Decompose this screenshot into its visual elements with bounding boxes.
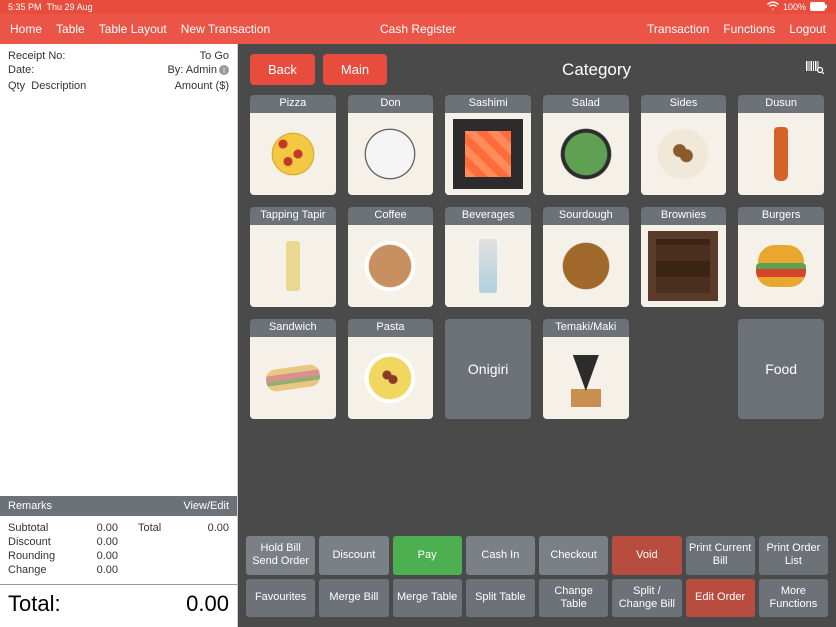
tile-label: Dusun bbox=[738, 95, 824, 113]
by-admin: By: Admini bbox=[167, 64, 229, 76]
action-edit-order[interactable]: Edit Order bbox=[686, 579, 755, 617]
category-pasta[interactable]: Pasta bbox=[348, 319, 434, 419]
category-brownies[interactable]: Brownies bbox=[641, 207, 727, 307]
nav-new-transaction[interactable]: New Transaction bbox=[181, 22, 270, 36]
tile-label: Sashimi bbox=[445, 95, 531, 113]
category-sourdough[interactable]: Sourdough bbox=[543, 207, 629, 307]
category-pizza[interactable]: Pizza bbox=[250, 95, 336, 195]
top-nav: Home Table Table Layout New Transaction Cas… bbox=[0, 14, 836, 44]
category-dusun[interactable]: Dusun bbox=[738, 95, 824, 195]
action-merge-bill[interactable]: Merge Bill bbox=[319, 579, 388, 617]
date-label: Date: bbox=[8, 64, 34, 76]
action-favourites[interactable]: Favourites bbox=[246, 579, 315, 617]
category-food[interactable]: Food bbox=[738, 319, 824, 419]
action-print-current-bill[interactable]: Print Current Bill bbox=[686, 536, 755, 574]
nav-transaction[interactable]: Transaction bbox=[647, 22, 709, 36]
battery-icon bbox=[810, 2, 828, 13]
receipt-status: To Go bbox=[200, 50, 229, 62]
category-burgers[interactable]: Burgers bbox=[738, 207, 824, 307]
category-coffee[interactable]: Coffee bbox=[348, 207, 434, 307]
tile-label: Don bbox=[348, 95, 434, 113]
action-more-functions[interactable]: More Functions bbox=[759, 579, 828, 617]
tile-label: Temaki/Maki bbox=[543, 319, 629, 337]
action-split-change-bill[interactable]: Split / Change Bill bbox=[612, 579, 681, 617]
nav-logout[interactable]: Logout bbox=[789, 22, 826, 36]
tile-label: Burgers bbox=[738, 207, 824, 225]
barcode-icon[interactable] bbox=[806, 59, 824, 80]
tile-label: Coffee bbox=[348, 207, 434, 225]
tile-label: Sourdough bbox=[543, 207, 629, 225]
category-don[interactable]: Don bbox=[348, 95, 434, 195]
nav-home[interactable]: Home bbox=[10, 22, 42, 36]
receipt-no-label: Receipt No: bbox=[8, 50, 65, 62]
category-sides[interactable]: Sides bbox=[641, 95, 727, 195]
action-checkout[interactable]: Checkout bbox=[539, 536, 608, 574]
action-pay[interactable]: Pay bbox=[393, 536, 462, 574]
back-button[interactable]: Back bbox=[250, 54, 315, 85]
category-tapping-tapir[interactable]: Tapping Tapir bbox=[250, 207, 336, 307]
category-sashimi[interactable]: Sashimi bbox=[445, 95, 531, 195]
action-change-table[interactable]: Change Table bbox=[539, 579, 608, 617]
action-discount[interactable]: Discount bbox=[319, 536, 388, 574]
category-title: Category bbox=[395, 60, 798, 80]
grand-total: Total:0.00 bbox=[0, 584, 237, 627]
info-icon[interactable]: i bbox=[219, 65, 229, 75]
action-hold-bill-send-order[interactable]: Hold BillSend Order bbox=[246, 536, 315, 574]
nav-table-layout[interactable]: Table Layout bbox=[99, 22, 167, 36]
category-sandwich[interactable]: Sandwich bbox=[250, 319, 336, 419]
tile-label: Sides bbox=[641, 95, 727, 113]
action-merge-table[interactable]: Merge Table bbox=[393, 579, 462, 617]
nav-functions[interactable]: Functions bbox=[723, 22, 775, 36]
category-temaki-maki[interactable]: Temaki/Maki bbox=[543, 319, 629, 419]
main-button[interactable]: Main bbox=[323, 54, 387, 85]
category-salad[interactable]: Salad bbox=[543, 95, 629, 195]
action-print-order-list[interactable]: Print Order List bbox=[759, 536, 828, 574]
tile-label: Brownies bbox=[641, 207, 727, 225]
receipt-panel: Receipt No:To Go Date:By: Admini Qty Des… bbox=[0, 44, 238, 627]
action-cash-in[interactable]: Cash In bbox=[466, 536, 535, 574]
tile-label: Pasta bbox=[348, 319, 434, 337]
nav-table[interactable]: Table bbox=[56, 22, 85, 36]
tile-label: Sandwich bbox=[250, 319, 336, 337]
app-title: Cash Register bbox=[380, 22, 456, 36]
tile-label: Pizza bbox=[250, 95, 336, 113]
action-split-table[interactable]: Split Table bbox=[466, 579, 535, 617]
receipt-items bbox=[0, 100, 237, 496]
category-beverages[interactable]: Beverages bbox=[445, 207, 531, 307]
remarks-bar[interactable]: RemarksView/Edit bbox=[0, 496, 237, 516]
wifi-icon bbox=[767, 1, 779, 13]
tile-label: Beverages bbox=[445, 207, 531, 225]
category-onigiri[interactable]: Onigiri bbox=[445, 319, 531, 419]
status-bar: 5:35 PM Thu 29 Aug 100% bbox=[0, 0, 836, 14]
tile-label: Tapping Tapir bbox=[250, 207, 336, 225]
action-void[interactable]: Void bbox=[612, 536, 681, 574]
tile-label: Salad bbox=[543, 95, 629, 113]
